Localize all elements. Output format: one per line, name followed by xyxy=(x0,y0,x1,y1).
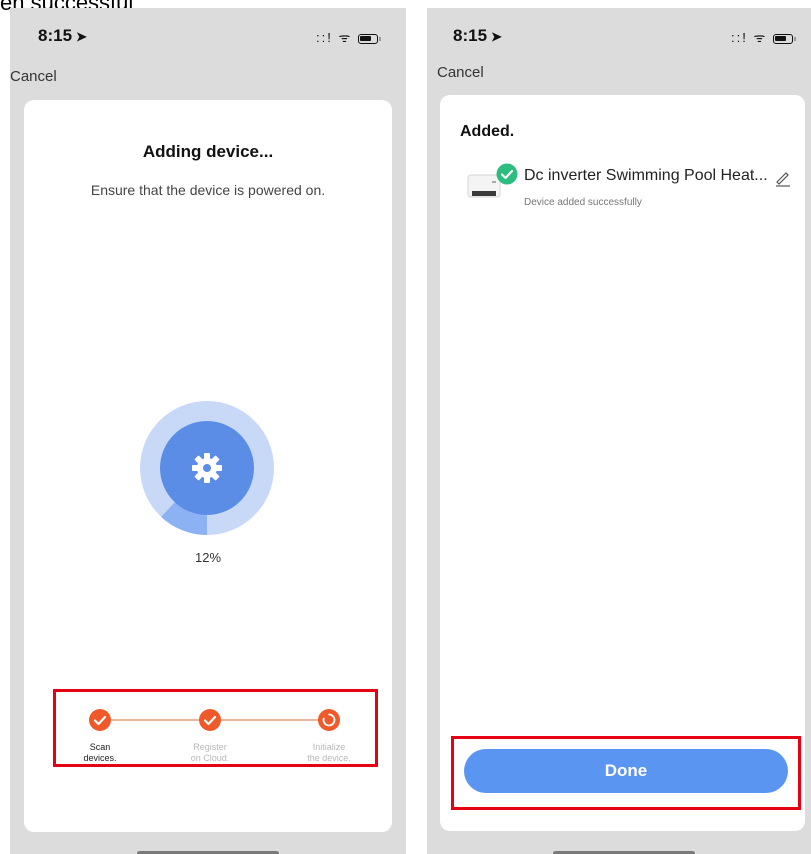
page-subtitle: Ensure that the device is powered on. xyxy=(90,182,326,198)
cancel-button[interactable]: Cancel xyxy=(10,68,57,85)
added-heading: Added. xyxy=(460,123,515,140)
status-time: 8:15 ➤ xyxy=(453,26,502,46)
step-3-label-line2: the device. xyxy=(307,753,351,763)
step-2-label-line1: Register xyxy=(193,742,227,752)
step-1-label-line1: Scan xyxy=(89,742,111,752)
step-1-label-line2: devices. xyxy=(83,753,117,763)
status-time: 8:15 ➤ xyxy=(38,26,87,46)
device-list-item[interactable]: Dc inverter Swimming Pool Heat... Device… xyxy=(464,161,794,221)
location-arrow-icon: ➤ xyxy=(76,29,87,44)
battery-icon xyxy=(357,33,381,44)
location-arrow-icon: ➤ xyxy=(491,29,502,44)
signal-icon: ::! xyxy=(731,30,748,45)
step-1-done-icon xyxy=(89,709,111,731)
wifi-icon: ᯤ xyxy=(338,30,353,45)
device-status: Device added successfully xyxy=(524,197,642,208)
phone-device-added: 8:15 ➤ ::! ᯤ Cancel Added. Dc inverter Sw… xyxy=(427,8,811,854)
status-icons: ::! ᯤ xyxy=(316,28,381,46)
progress-ring-graphic xyxy=(140,401,274,535)
step-3-label: Initialize the device. xyxy=(294,742,364,764)
battery-icon xyxy=(772,33,796,44)
step-3-label-line1: Initialize xyxy=(312,742,346,752)
done-highlight-box: Done xyxy=(451,736,801,810)
step-2-label: Register on Cloud. xyxy=(175,742,245,764)
progress-percent: 12% xyxy=(194,550,222,565)
signal-icon: ::! xyxy=(316,30,333,45)
status-time-text: 8:15 xyxy=(453,26,488,45)
done-button[interactable]: Done xyxy=(464,749,788,793)
step-3-loading-icon xyxy=(318,709,340,731)
edit-pencil-icon[interactable] xyxy=(774,169,792,187)
success-check-icon xyxy=(496,163,518,185)
step-2-done-icon xyxy=(199,709,221,731)
step-1-label: Scan devices. xyxy=(65,742,135,764)
gear-icon xyxy=(192,453,222,483)
status-time-text: 8:15 xyxy=(38,26,73,45)
status-icons: ::! ᯤ xyxy=(731,28,796,46)
screenshot-frame: en successful 8:15➤ ::! ᯤ Cancel Adding … xyxy=(0,0,811,854)
phone-adding-device: 8:15 ➤ ::! ᯤ Cancel Adding device... Ensu… xyxy=(10,8,406,854)
device-added-card: Added. Dc inverter Swimming Pool Heat...… xyxy=(440,95,805,831)
device-name: Dc inverter Swimming Pool Heat... xyxy=(524,167,768,184)
cancel-button[interactable]: Cancel xyxy=(437,64,484,81)
step-2-label-line2: on Cloud. xyxy=(190,753,230,763)
wifi-icon: ᯤ xyxy=(753,30,768,45)
progress-ring xyxy=(139,400,275,536)
page-title: Adding device... xyxy=(142,142,274,161)
steps-highlight-box: Scan devices. Register on Cloud. Initial… xyxy=(53,689,378,767)
